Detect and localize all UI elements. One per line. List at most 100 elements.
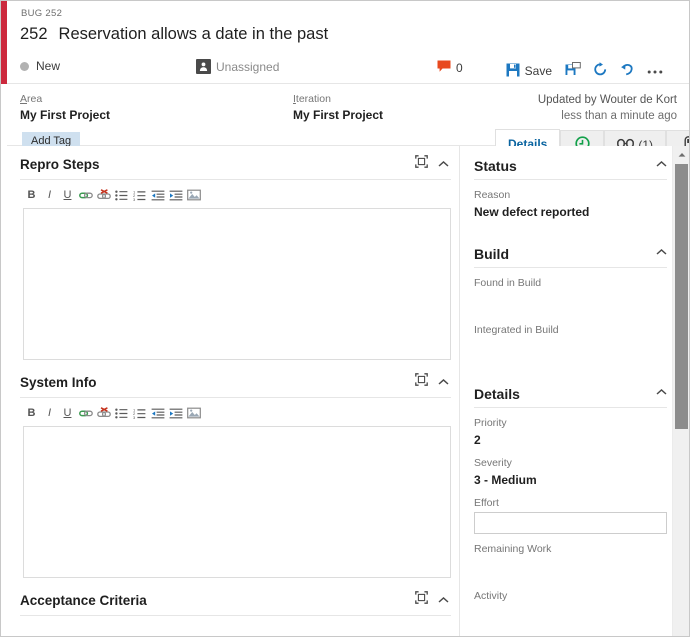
group-title: Build — [474, 246, 509, 262]
insert-link-icon[interactable] — [77, 405, 94, 421]
field-value[interactable]: New defect reported — [474, 205, 667, 220]
field-integrated-in-build: Integrated in Build — [474, 315, 667, 362]
underline-icon[interactable]: U — [59, 405, 76, 421]
iteration-label-rest: teration — [295, 93, 331, 105]
field-label: Remaining Work — [474, 543, 552, 555]
chevron-up-icon[interactable] — [656, 155, 667, 173]
updated-when-text: less than a minute ago — [561, 110, 677, 122]
chevron-up-icon[interactable] — [656, 243, 667, 261]
comment-icon — [437, 60, 451, 76]
breadcrumb: BUG 252 — [21, 8, 63, 19]
refresh-button[interactable] — [587, 59, 614, 83]
work-item-title[interactable]: Reservation allows a date in the past — [59, 25, 329, 44]
more-actions-button[interactable] — [641, 61, 669, 81]
indent-icon[interactable] — [167, 187, 184, 203]
field-label: Severity — [474, 457, 512, 469]
field-value[interactable] — [474, 293, 667, 315]
numbered-list-icon[interactable]: 1 2 3 — [131, 187, 148, 203]
iteration-path-label: Iteration — [293, 93, 383, 105]
group-header: Build — [474, 234, 667, 268]
field-found-in-build: Found in Build — [474, 268, 667, 315]
area-label-rest: rea — [27, 93, 43, 105]
section-actions — [415, 591, 449, 609]
updated-by-text: Updated by Wouter de Kort — [537, 94, 677, 106]
section-actions — [415, 155, 449, 173]
area-path-value[interactable]: My First Project — [20, 108, 110, 122]
field-label: Integrated in Build — [474, 324, 559, 336]
field-value[interactable]: 2 — [474, 433, 667, 448]
save-and-close-button[interactable] — [559, 59, 587, 83]
field-severity: Severity 3 - Medium — [474, 448, 667, 488]
remove-link-icon[interactable] — [95, 405, 112, 421]
insert-image-icon[interactable] — [185, 187, 202, 203]
save-icon — [506, 63, 520, 80]
repro-steps-editor[interactable] — [23, 208, 451, 360]
avatar — [196, 59, 211, 74]
section-actions — [415, 373, 449, 391]
expand-icon[interactable] — [415, 373, 428, 391]
field-value[interactable]: 3 - Medium — [474, 473, 667, 488]
expand-icon[interactable] — [415, 155, 428, 173]
bulleted-list-icon[interactable] — [113, 405, 130, 421]
state-field[interactable]: New — [20, 59, 60, 73]
area-path-label: Area — [20, 93, 110, 105]
remove-link-icon[interactable] — [95, 187, 112, 203]
save-label: Save — [524, 64, 552, 78]
italic-icon[interactable]: I — [41, 405, 58, 421]
field-label: Activity — [474, 590, 508, 602]
chevron-up-icon[interactable] — [656, 383, 667, 401]
rich-text-toolbar: B I U 1 2 3 — [23, 405, 459, 421]
work-item-window: BUG 252 252 Reservation allows a date in… — [0, 0, 690, 637]
work-item-id: 252 — [20, 25, 48, 43]
chevron-up-icon[interactable] — [438, 373, 449, 391]
expand-icon[interactable] — [415, 591, 428, 609]
insert-image-icon[interactable] — [185, 405, 202, 421]
field-value[interactable] — [474, 606, 667, 628]
assigned-to-field[interactable]: Unassigned — [196, 59, 279, 74]
section-acceptance-criteria: Acceptance Criteria — [7, 582, 459, 616]
field-value[interactable] — [474, 340, 667, 362]
outdent-icon[interactable] — [149, 405, 166, 421]
scroll-up-icon[interactable] — [673, 146, 689, 163]
refresh-icon — [593, 62, 608, 80]
bulleted-list-icon[interactable] — [113, 187, 130, 203]
indent-icon[interactable] — [167, 405, 184, 421]
bold-icon[interactable]: B — [23, 405, 40, 421]
state-dot-icon — [20, 61, 29, 71]
comment-count-value: 0 — [456, 61, 463, 75]
ellipsis-icon — [647, 64, 663, 78]
save-button[interactable]: Save — [499, 60, 559, 83]
rich-text-toolbar: B I U 1 2 3 — [23, 187, 459, 203]
system-info-editor[interactable] — [23, 426, 451, 578]
chevron-up-icon[interactable] — [438, 155, 449, 173]
chevron-up-icon[interactable] — [438, 591, 449, 609]
work-item-body: Repro Steps B I U 1 2 3 System Info B I … — [7, 146, 689, 636]
section-title: Repro Steps — [20, 157, 100, 172]
group-title: Details — [474, 386, 520, 402]
group-header: Status — [474, 146, 667, 180]
section-header: Acceptance Criteria — [20, 582, 451, 616]
svg-text:3: 3 — [133, 415, 136, 419]
bold-icon[interactable]: B — [23, 187, 40, 203]
underline-icon[interactable]: U — [59, 187, 76, 203]
area-accesskey: A — [20, 93, 28, 105]
svg-text:3: 3 — [133, 197, 136, 201]
details-scrollbar[interactable] — [672, 146, 689, 636]
field-value[interactable] — [474, 559, 667, 581]
field-label: Found in Build — [474, 277, 542, 289]
section-repro-steps: Repro Steps B I U 1 2 3 — [7, 146, 459, 360]
discussion-count[interactable]: 0 — [437, 60, 463, 76]
undo-icon — [620, 62, 635, 80]
effort-input[interactable] — [474, 512, 667, 534]
work-item-header: BUG 252 252 Reservation allows a date in… — [7, 1, 689, 84]
insert-link-icon[interactable] — [77, 187, 94, 203]
italic-icon[interactable]: I — [41, 187, 58, 203]
save-and-close-icon — [565, 62, 581, 80]
scrollbar-thumb[interactable] — [675, 164, 688, 429]
field-effort: Effort — [474, 488, 667, 534]
undo-button[interactable] — [614, 59, 641, 83]
numbered-list-icon[interactable]: 1 2 3 — [131, 405, 148, 421]
outdent-icon[interactable] — [149, 187, 166, 203]
iteration-path-value[interactable]: My First Project — [293, 108, 383, 122]
updated-by-info: Updated by Wouter de Kort less than a mi… — [538, 94, 677, 122]
